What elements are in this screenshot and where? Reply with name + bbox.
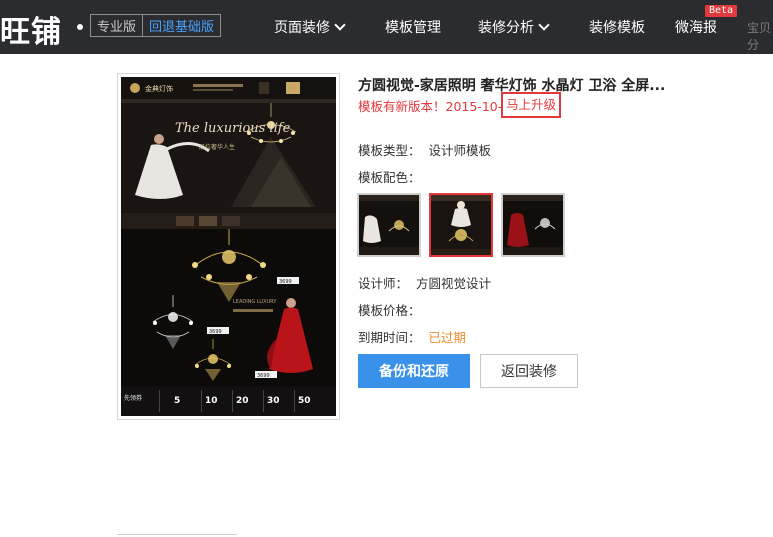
revert-basic-edition-link[interactable]: 回退基础版 xyxy=(143,15,220,36)
preview-coupon: 5 xyxy=(174,396,180,406)
edition-pro-label: 专业版 xyxy=(91,15,144,36)
nav-label: 宝贝分 xyxy=(747,21,772,52)
expiry-row: 到期时间： 已过期 xyxy=(358,327,466,346)
template-preview-image: 金典灯饰 The luxurious life 品位奢华人生 3699 LEAD… xyxy=(121,77,336,416)
color-scheme-swatch-selected[interactable] xyxy=(429,193,493,257)
template-type-row: 模板类型： 设计师模板 xyxy=(358,140,491,159)
preview-script: The luxurious life xyxy=(175,121,291,136)
template-price-label: 模板价格： xyxy=(358,303,421,318)
preview-coupon: 50 xyxy=(298,396,311,406)
designer-row: 设计师： 方圆视觉设计 xyxy=(358,273,491,292)
expiry-label: 到期时间： xyxy=(358,330,421,345)
swatch-thumbnail xyxy=(359,195,419,255)
color-scheme-swatch[interactable] xyxy=(501,193,565,257)
logo-dot xyxy=(77,24,83,30)
swatch-thumbnail xyxy=(431,195,491,255)
template-color-label: 模板配色： xyxy=(358,170,421,185)
expiry-status: 已过期 xyxy=(428,330,467,345)
nav-label: 模板管理 xyxy=(385,20,441,36)
preview-leading: LEADING LUXURY xyxy=(233,299,277,305)
preview-price-tag: 3699 xyxy=(279,279,292,285)
divider xyxy=(117,534,237,535)
chevron-down-icon xyxy=(334,19,346,31)
preview-coupon: 10 xyxy=(205,396,218,406)
back-to-decoration-button[interactable]: 返回装修 xyxy=(480,354,578,388)
designer-label: 设计师： xyxy=(358,276,409,291)
template-type-value: 设计师模板 xyxy=(428,143,492,158)
nav-decoration-analysis[interactable]: 装修分析 xyxy=(478,17,550,37)
beta-badge: Beta xyxy=(705,5,738,17)
upgrade-now-link[interactable]: 马上升级 xyxy=(501,92,562,118)
template-preview-frame[interactable]: 金典灯饰 The luxurious life 品位奢华人生 3699 LEAD… xyxy=(117,73,340,420)
preview-price-tag: 3699 xyxy=(257,373,270,379)
nav-item-classification[interactable]: 宝贝分 xyxy=(747,19,773,53)
swatch-thumbnail xyxy=(503,195,563,255)
preview-price-tag: 3699 xyxy=(209,329,222,335)
app-logo[interactable]: 旺铺 xyxy=(0,7,62,51)
template-type-label: 模板类型： xyxy=(358,143,421,158)
nav-page-decoration[interactable]: 页面装修 xyxy=(274,17,346,37)
backup-restore-button[interactable]: 备份和还原 xyxy=(358,354,470,388)
preview-coupon: 30 xyxy=(267,396,280,406)
template-price-row: 模板价格： xyxy=(358,300,429,319)
designer-value[interactable]: 方圆视觉设计 xyxy=(416,276,491,291)
nav-micro-poster[interactable]: 微海报 xyxy=(675,17,717,37)
preview-coupon-label: 先领券 xyxy=(124,394,142,402)
new-version-notice: 模板有新版本！2015-10-1 xyxy=(358,99,511,114)
nav-label: 页面装修 xyxy=(274,20,330,36)
color-scheme-swatch[interactable] xyxy=(357,193,421,257)
top-navigation-bar: 旺铺 专业版 回退基础版 页面装修 模板管理 装修分析 装修模板 微海报 Bet… xyxy=(0,0,773,54)
preview-brand: 金典灯饰 xyxy=(145,84,173,93)
chevron-down-icon xyxy=(538,19,550,31)
nav-label: 装修模板 xyxy=(589,20,645,36)
preview-coupon: 20 xyxy=(236,396,249,406)
preview-tagline: 品位奢华人生 xyxy=(199,143,235,151)
template-preview-art: 金典灯饰 The luxurious life 品位奢华人生 3699 LEAD… xyxy=(121,77,336,416)
template-color-row: 模板配色： xyxy=(358,167,421,186)
edition-switcher: 专业版 回退基础版 xyxy=(90,14,222,37)
nav-decoration-templates[interactable]: 装修模板 xyxy=(589,17,645,37)
nav-template-management[interactable]: 模板管理 xyxy=(385,17,441,37)
nav-label: 微海报 xyxy=(675,20,717,36)
nav-label: 装修分析 xyxy=(478,20,534,36)
